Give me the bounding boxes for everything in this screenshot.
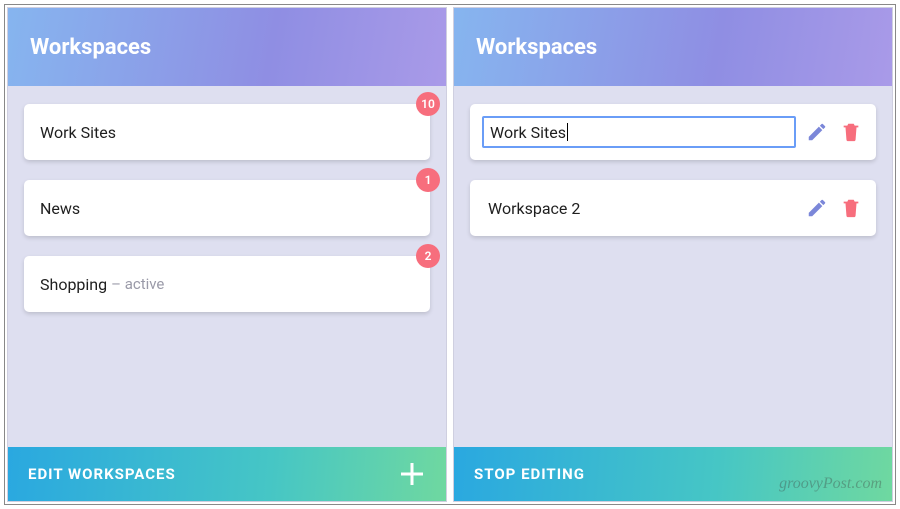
workspace-name: News bbox=[40, 199, 80, 218]
plus-icon[interactable] bbox=[398, 460, 426, 488]
text-cursor bbox=[567, 123, 568, 141]
workspace-item[interactable]: News 1 bbox=[24, 180, 430, 236]
footer-label: EDIT WORKSPACES bbox=[28, 465, 176, 483]
workspace-edit-item: Work Sites bbox=[470, 104, 876, 160]
rename-button[interactable] bbox=[804, 195, 830, 221]
workspace-item[interactable]: Work Sites 10 bbox=[24, 104, 430, 160]
pencil-icon bbox=[806, 121, 828, 143]
panel-header: Workspaces bbox=[8, 8, 446, 86]
trash-icon bbox=[840, 121, 862, 143]
delete-button[interactable] bbox=[838, 195, 864, 221]
workspace-name-input[interactable]: Work Sites bbox=[482, 116, 796, 148]
count-badge: 2 bbox=[416, 244, 440, 268]
header-title: Workspaces bbox=[30, 35, 151, 60]
header-title: Workspaces bbox=[476, 35, 597, 60]
workspace-name-input[interactable]: Workspace 2 bbox=[482, 192, 796, 224]
panel-body: Work Sites 10 News 1 Shopping – active 2 bbox=[8, 86, 446, 447]
workspace-item[interactable]: Shopping – active 2 bbox=[24, 256, 430, 312]
delete-button[interactable] bbox=[838, 119, 864, 145]
panel-editing: Workspaces Work Sites Workspace 2 bbox=[453, 7, 893, 502]
stop-editing-button[interactable]: STOP EDITING bbox=[454, 447, 892, 501]
workspace-active-suffix: – active bbox=[111, 275, 164, 293]
panel-normal: Workspaces Work Sites 10 News 1 Shopping… bbox=[7, 7, 447, 502]
trash-icon bbox=[840, 197, 862, 219]
workspace-name-value: Workspace 2 bbox=[488, 199, 580, 218]
screenshot-container: Workspaces Work Sites 10 News 1 Shopping… bbox=[4, 4, 896, 505]
workspace-name: Work Sites bbox=[40, 123, 116, 142]
rename-button[interactable] bbox=[804, 119, 830, 145]
panel-header: Workspaces bbox=[454, 8, 892, 86]
panel-body: Work Sites Workspace 2 bbox=[454, 86, 892, 447]
workspace-name-value: Work Sites bbox=[490, 123, 566, 142]
workspace-edit-item: Workspace 2 bbox=[470, 180, 876, 236]
count-badge: 1 bbox=[416, 168, 440, 192]
footer-label: STOP EDITING bbox=[474, 465, 585, 483]
workspace-name: Shopping bbox=[40, 275, 107, 294]
edit-workspaces-button[interactable]: EDIT WORKSPACES bbox=[8, 447, 446, 501]
count-badge: 10 bbox=[416, 92, 440, 116]
pencil-icon bbox=[806, 197, 828, 219]
